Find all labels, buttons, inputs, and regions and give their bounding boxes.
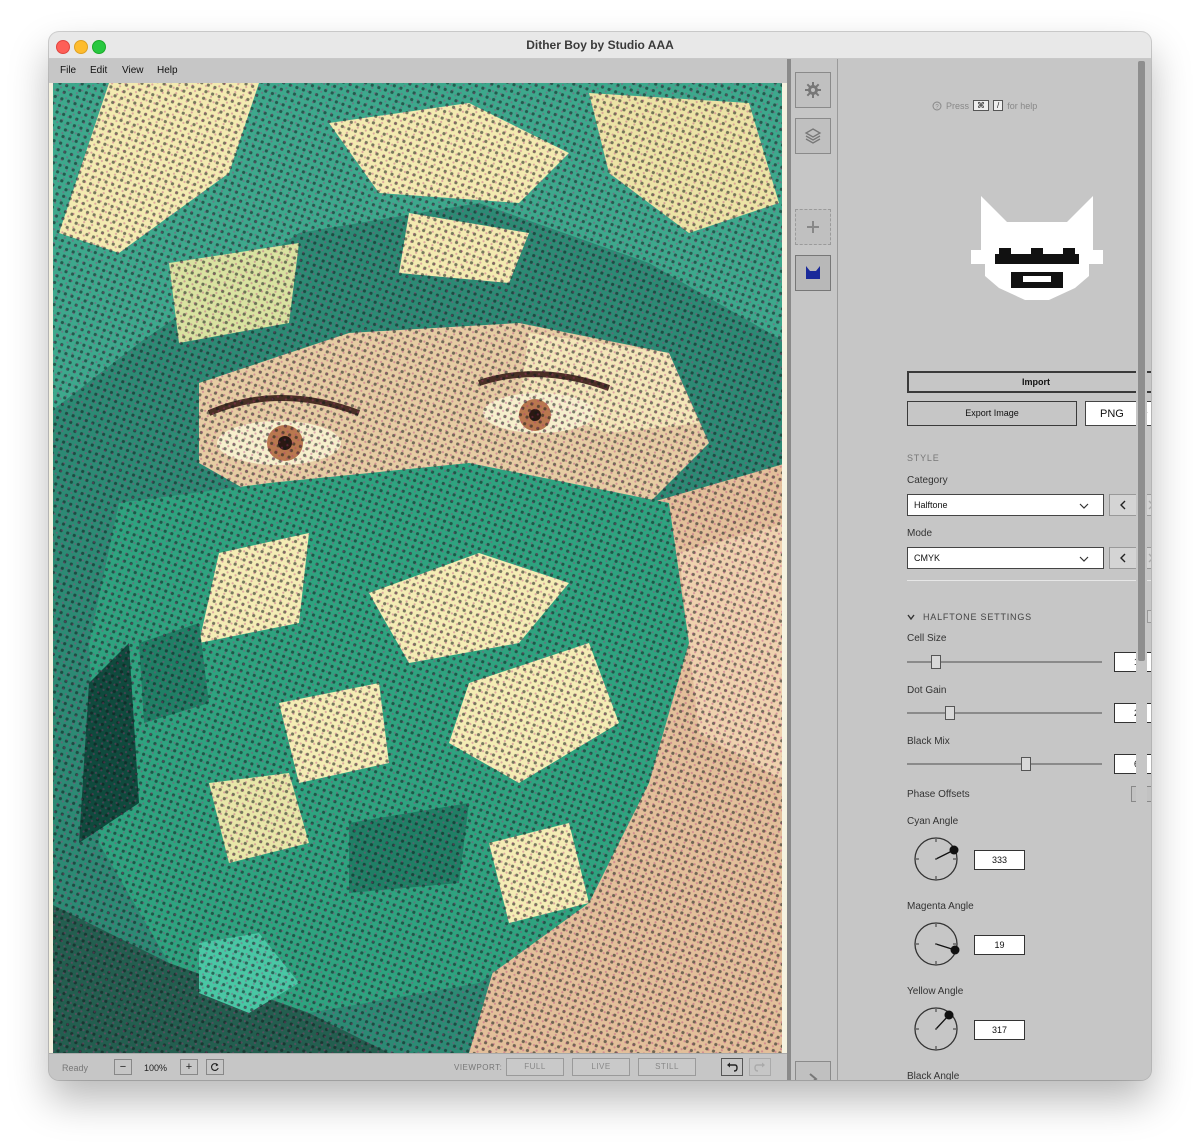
chevron-left-icon	[1120, 500, 1126, 510]
layer-thumbnail-button[interactable]	[795, 255, 831, 291]
black-mix-label: Black Mix	[907, 736, 950, 747]
help-suffix-text: for help	[1007, 100, 1038, 111]
title-bar: Dither Boy by Studio AAA	[49, 32, 1151, 59]
halftone-section-title: HALFTONE SETTINGS	[923, 612, 1032, 622]
gear-icon	[805, 82, 821, 98]
category-select[interactable]: Halftone	[907, 494, 1104, 516]
panel-scrollbar[interactable]	[1136, 59, 1147, 1080]
settings-button[interactable]	[795, 72, 831, 108]
image-canvas[interactable]	[49, 83, 787, 1053]
chevron-left-icon	[1120, 553, 1126, 563]
window-title: Dither Boy by Studio AAA	[526, 38, 674, 52]
cell-size-label: Cell Size	[907, 633, 947, 644]
help-key-cmd: ⌘	[973, 100, 990, 111]
menu-edit[interactable]: Edit	[90, 65, 107, 76]
redo-button[interactable]	[749, 1058, 771, 1076]
undo-icon	[727, 1062, 738, 1072]
cyan-angle-input[interactable]: 333	[974, 850, 1025, 870]
yellow-angle-dial[interactable]	[911, 1004, 961, 1054]
mode-value: CMYK	[914, 553, 941, 563]
menu-view[interactable]: View	[122, 65, 144, 76]
chevron-right-icon	[809, 1073, 818, 1080]
cat-icon	[806, 266, 820, 279]
help-hint: ? Press ⌘ / for help	[932, 100, 1037, 111]
help-press-text: Press	[946, 100, 970, 111]
phase-offsets-label: Phase Offsets	[907, 789, 970, 800]
slider-track	[907, 712, 1102, 714]
mode-select[interactable]: CMYK	[907, 547, 1104, 569]
tool-strip	[791, 59, 838, 1080]
app-window: Dither Boy by Studio AAA File Edit View …	[49, 32, 1151, 1080]
status-text: Ready	[62, 1063, 89, 1073]
mode-label: Mode	[907, 528, 933, 539]
settings-panel: ? Press ⌘ / for help Import Export Image…	[838, 59, 1151, 1080]
zoom-out-button[interactable]: −	[114, 1059, 132, 1075]
add-layer-button[interactable]	[795, 209, 831, 245]
menu-bar: File Edit View Help	[49, 59, 787, 83]
chevron-right-icon	[1148, 500, 1151, 510]
cyan-angle-label: Cyan Angle	[907, 816, 959, 827]
halftone-section-header[interactable]: HALFTONE SETTINGS	[907, 612, 1032, 622]
redo-icon	[754, 1062, 765, 1072]
layers-button[interactable]	[795, 118, 831, 154]
chevron-right-icon	[1148, 553, 1151, 563]
help-circle-icon: ?	[932, 101, 942, 110]
chevron-down-icon	[907, 614, 915, 620]
yellow-angle-label: Yellow Angle	[907, 986, 964, 997]
viewport-full-button[interactable]: FULL	[506, 1058, 564, 1076]
cell-size-slider[interactable]	[907, 655, 1102, 669]
plus-icon	[807, 221, 819, 233]
viewport-still-button[interactable]: STILL	[638, 1058, 696, 1076]
dithered-image	[49, 83, 787, 1053]
expand-section-button[interactable]	[1147, 610, 1151, 623]
menu-help[interactable]: Help	[157, 65, 178, 76]
format-value: PNG	[1100, 408, 1124, 420]
viewport-label: VIEWPORT:	[454, 1063, 503, 1072]
chevron-down-icon	[1079, 503, 1089, 509]
magenta-angle-dial[interactable]	[911, 919, 961, 969]
slider-track	[907, 763, 1102, 765]
scrollbar-thumb[interactable]	[1138, 61, 1145, 661]
slider-thumb[interactable]	[931, 655, 942, 669]
dot-gain-label: Dot Gain	[907, 685, 947, 696]
slider-thumb[interactable]	[944, 706, 955, 720]
reset-icon	[211, 1063, 219, 1071]
dot-gain-slider[interactable]	[907, 706, 1102, 720]
section-divider	[907, 580, 1151, 581]
zoom-in-button[interactable]: +	[180, 1059, 198, 1075]
category-prev-button[interactable]	[1110, 495, 1138, 515]
reset-zoom-button[interactable]	[206, 1059, 224, 1075]
help-key-slash: /	[993, 100, 1004, 111]
export-image-button[interactable]: Export Image	[907, 401, 1077, 426]
status-bar: Ready − 100% + VIEWPORT: FULL LIVE STILL	[49, 1053, 787, 1080]
menu-file[interactable]: File	[60, 65, 76, 76]
import-button[interactable]: Import	[907, 371, 1151, 393]
expand-icon	[1148, 613, 1151, 624]
yellow-angle-input[interactable]: 317	[974, 1020, 1025, 1040]
chevron-down-icon	[1079, 556, 1089, 562]
viewport-live-button[interactable]: LIVE	[572, 1058, 630, 1076]
zoom-level: 100%	[144, 1063, 168, 1073]
collapse-panel-button[interactable]	[795, 1061, 831, 1080]
mode-prev-button[interactable]	[1110, 548, 1138, 568]
magenta-angle-input[interactable]: 19	[974, 935, 1025, 955]
cyan-angle-dial[interactable]	[911, 834, 961, 884]
category-label: Category	[907, 475, 948, 486]
style-section-title: STYLE	[907, 453, 940, 463]
cat-logo	[971, 196, 1103, 300]
slider-thumb[interactable]	[1020, 757, 1031, 771]
layers-icon	[804, 128, 822, 144]
category-value: Halftone	[914, 500, 948, 510]
black-mix-slider[interactable]	[907, 757, 1102, 771]
undo-button[interactable]	[721, 1058, 743, 1076]
black-angle-label: Black Angle	[907, 1071, 960, 1080]
magenta-angle-label: Magenta Angle	[907, 901, 974, 912]
